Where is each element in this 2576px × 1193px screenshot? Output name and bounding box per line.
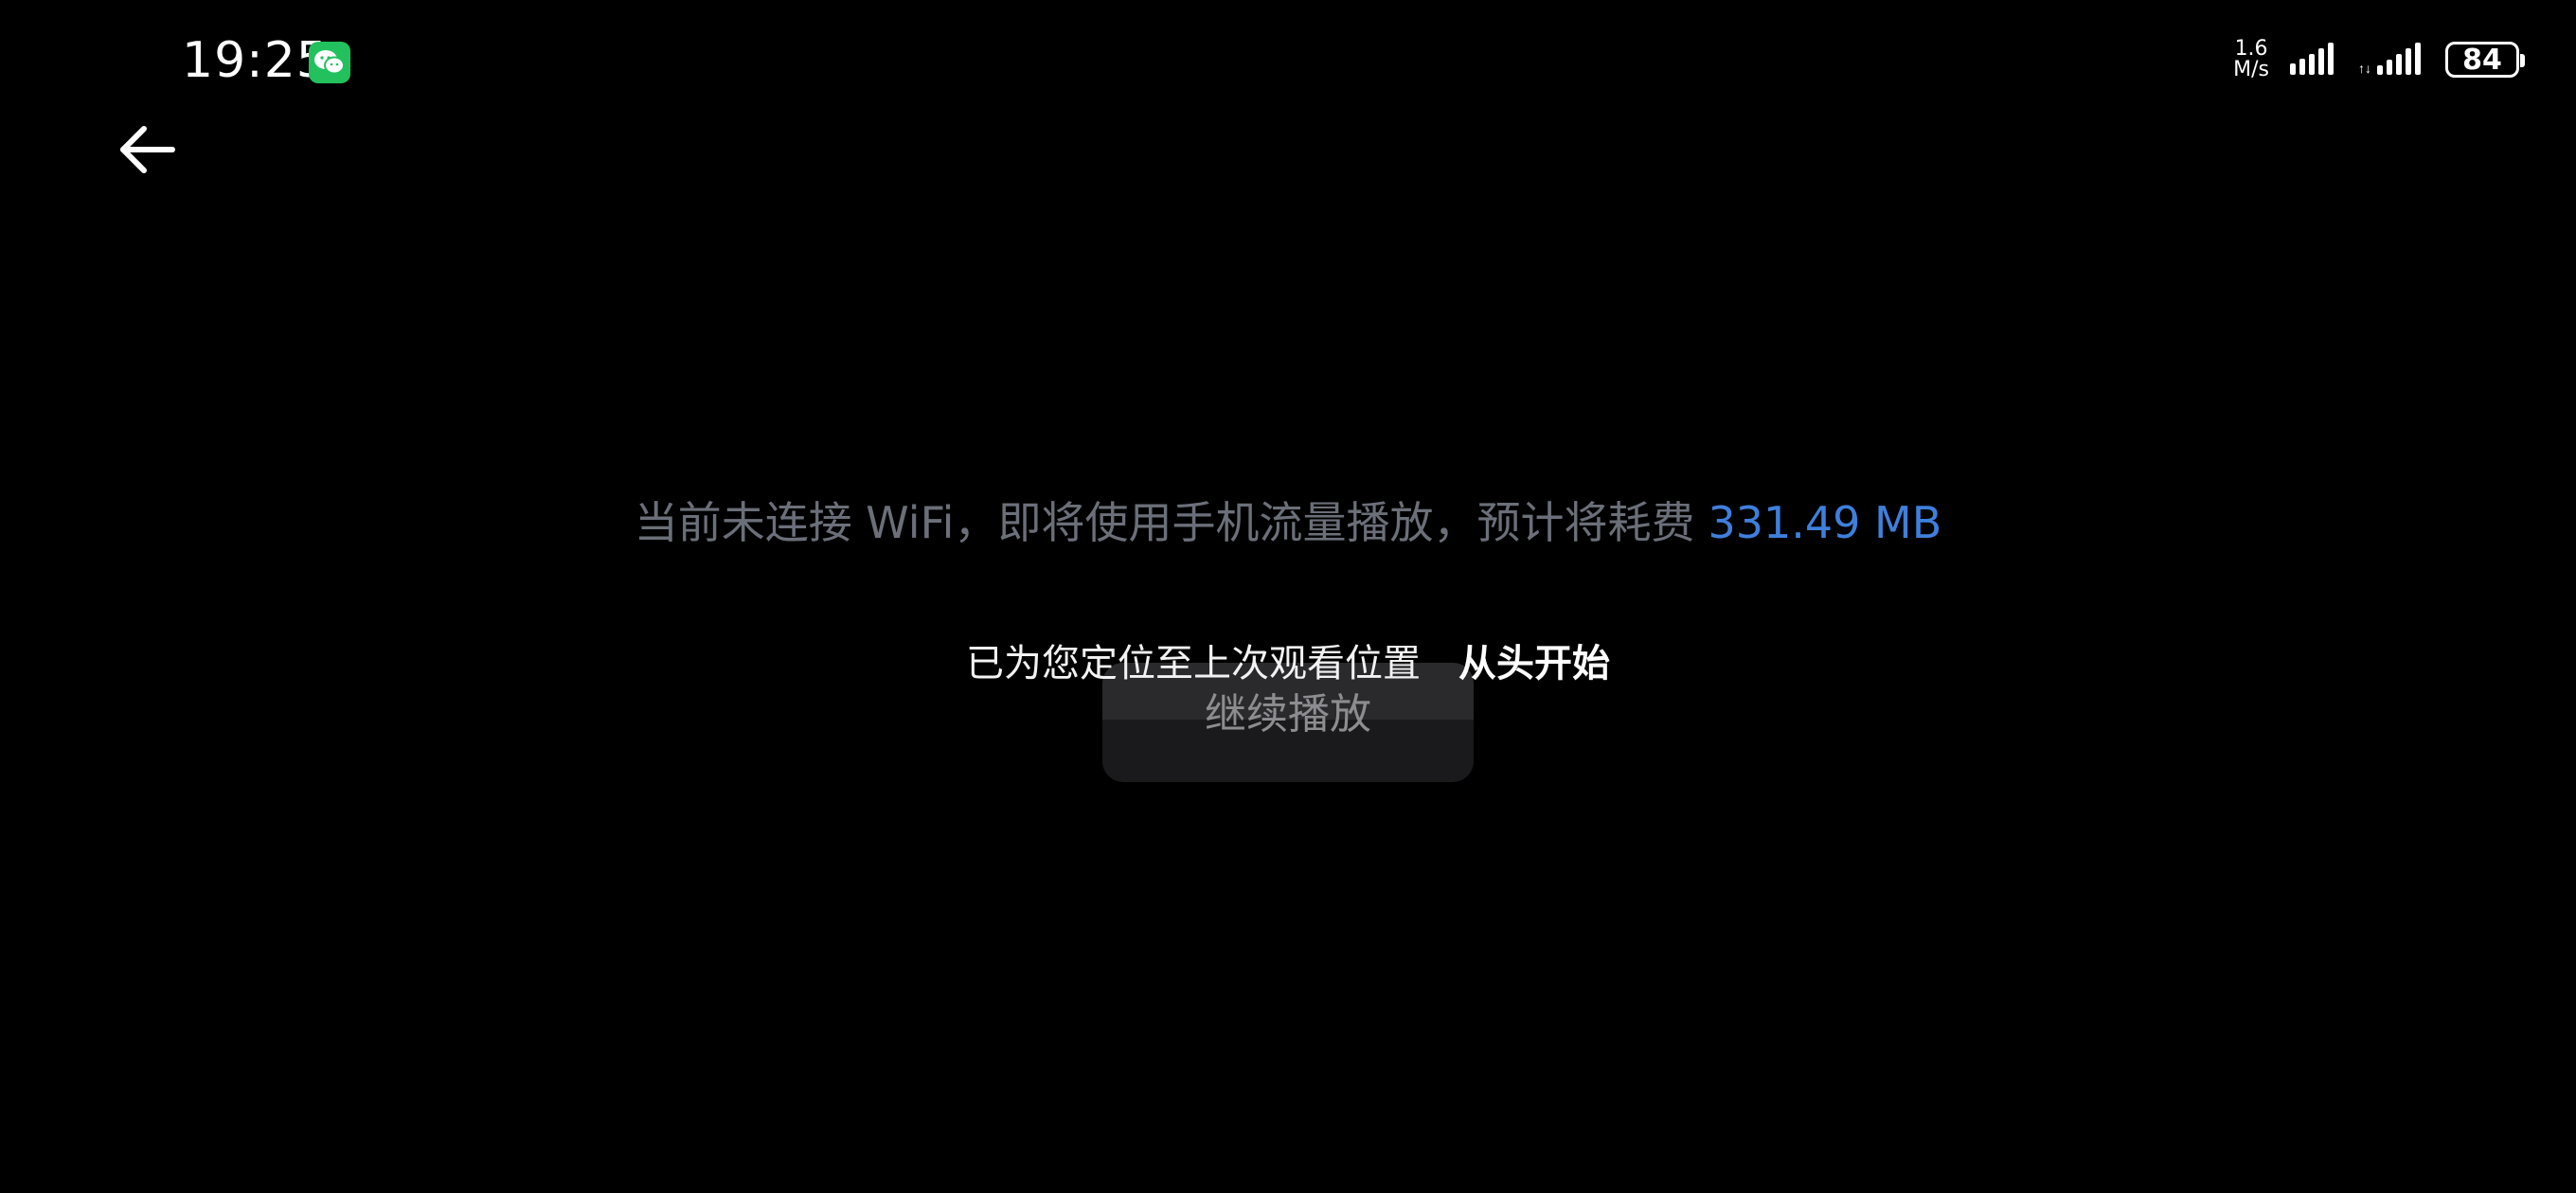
data-usage-notice: 当前未连接 WiFi，即将使用手机流量播放，预计将耗费 331.49 MB [0,489,2576,551]
toast-message: 已为您定位至上次观看位置 [966,642,1421,686]
network-speed-value: 1.6 [2234,37,2268,61]
battery-level: 84 [2462,43,2502,77]
back-arrow-icon [120,126,175,173]
signal-icon [2290,43,2334,75]
continue-playback-label: 继续播放 [1205,690,1371,739]
battery-icon: 84 [2445,42,2525,78]
wechat-icon [309,42,350,83]
data-warning-text: 当前未连接 WiFi，即将使用手机流量播放，预计将耗费 [634,497,1695,548]
status-indicators: 1.6 M/s ↑↓ 84 [2233,36,2525,83]
svg-text:↑↓: ↑↓ [2358,61,2371,76]
network-speed-unit: M/s [2233,58,2269,81]
back-button[interactable] [114,116,182,184]
status-time: 19:25 [182,32,329,89]
start-from-beginning-button[interactable]: 从头开始 [1458,632,1610,687]
data-size: 331.49 MB [1708,497,1942,548]
network-speed: 1.6 M/s [2233,39,2269,80]
signal-icon: ↑↓ [2358,43,2421,76]
resume-position-toast: 已为您定位至上次观看位置 从头开始 [0,632,2576,687]
